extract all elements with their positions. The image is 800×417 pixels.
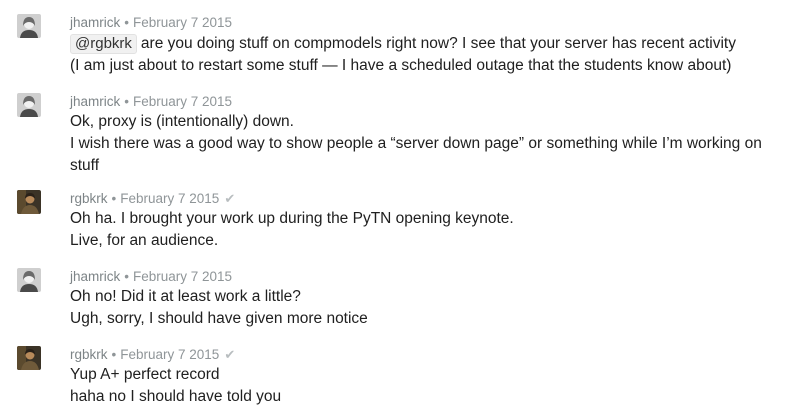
message-meta: jhamrick • February 7 2015: [70, 93, 232, 110]
user-mention[interactable]: @rgbkrk: [70, 34, 137, 54]
message-line: Ok, proxy is (intentionally) down.: [70, 113, 294, 130]
user-photo-icon: [17, 14, 41, 38]
avatar-rgbkrk[interactable]: [17, 190, 41, 214]
message-date[interactable]: February 7 2015: [120, 347, 219, 362]
chat-message: rgbkrk • February 7 2015 ✔ Oh ha. I brought…: [0, 190, 800, 252]
meta-separator: •: [124, 269, 129, 284]
user-photo-icon: [17, 268, 41, 292]
message-line: haha no I should have told you: [70, 388, 282, 405]
message-line: @rgbkrk are you doing stuff on compmodels…: [70, 33, 785, 55]
chat-message: rgbkrk • February 7 2015 ✔ Yup A+ perfect r…: [0, 346, 800, 408]
meta-separator: •: [124, 94, 129, 109]
message-line: Oh ha. I brought your work up during the…: [70, 210, 514, 227]
user-photo-icon: [17, 346, 41, 370]
message-line: Oh no! Did it at least work a little?: [70, 288, 301, 305]
meta-separator: •: [111, 347, 117, 362]
author-name[interactable]: jhamrick: [70, 94, 120, 109]
avatar-jhamrick[interactable]: [17, 93, 41, 117]
avatar-jhamrick[interactable]: [17, 268, 41, 292]
author-name[interactable]: rgbkrk: [70, 191, 108, 206]
message-line: (I am just about to restart some stuff —…: [70, 57, 732, 74]
message-body: Yup A+ perfect record haha no I should h…: [70, 364, 785, 408]
message-date[interactable]: February 7 2015: [133, 94, 232, 109]
message-line: Yup A+ perfect record: [70, 366, 220, 383]
user-photo-icon: [17, 93, 41, 117]
meta-separator: •: [111, 191, 117, 206]
chat-message: jhamrick • February 7 2015 @rgbkrk are you …: [0, 14, 800, 76]
message-line: I wish there was a good way to show peop…: [70, 135, 762, 174]
message-date[interactable]: February 7 2015: [120, 191, 219, 206]
message-body: Oh ha. I brought your work up during the…: [70, 208, 785, 252]
message-meta: rgbkrk • February 7 2015 ✔: [70, 346, 235, 363]
message-line: Live, for an audience.: [70, 232, 219, 249]
message-meta: jhamrick • February 7 2015: [70, 14, 232, 31]
author-name[interactable]: jhamrick: [70, 269, 120, 284]
chat-feed: jhamrick • February 7 2015 @rgbkrk are you …: [0, 0, 800, 417]
chat-message: jhamrick • February 7 2015 Ok, proxy is (i…: [0, 93, 800, 177]
message-line: Ugh, sorry, I should have given more not…: [70, 310, 368, 327]
message-body: Oh no! Did it at least work a little? Ug…: [70, 286, 785, 330]
message-meta: rgbkrk • February 7 2015 ✔: [70, 190, 235, 207]
message-date[interactable]: February 7 2015: [133, 15, 232, 30]
checkmark-icon: ✔: [224, 347, 236, 362]
message-meta: jhamrick • February 7 2015: [70, 268, 232, 285]
checkmark-icon: ✔: [224, 191, 236, 206]
message-date[interactable]: February 7 2015: [133, 269, 232, 284]
message-body: Ok, proxy is (intentionally) down. I wis…: [70, 111, 785, 177]
user-photo-icon: [17, 190, 41, 214]
meta-separator: •: [124, 15, 129, 30]
avatar-jhamrick[interactable]: [17, 14, 41, 38]
avatar-rgbkrk[interactable]: [17, 346, 41, 370]
chat-message: jhamrick • February 7 2015 Oh no! Did it a…: [0, 268, 800, 330]
author-name[interactable]: rgbkrk: [70, 347, 108, 362]
message-body: @rgbkrk are you doing stuff on compmodels…: [70, 33, 785, 77]
message-text: are you doing stuff on compmodels right …: [140, 35, 736, 52]
author-name[interactable]: jhamrick: [70, 15, 120, 30]
